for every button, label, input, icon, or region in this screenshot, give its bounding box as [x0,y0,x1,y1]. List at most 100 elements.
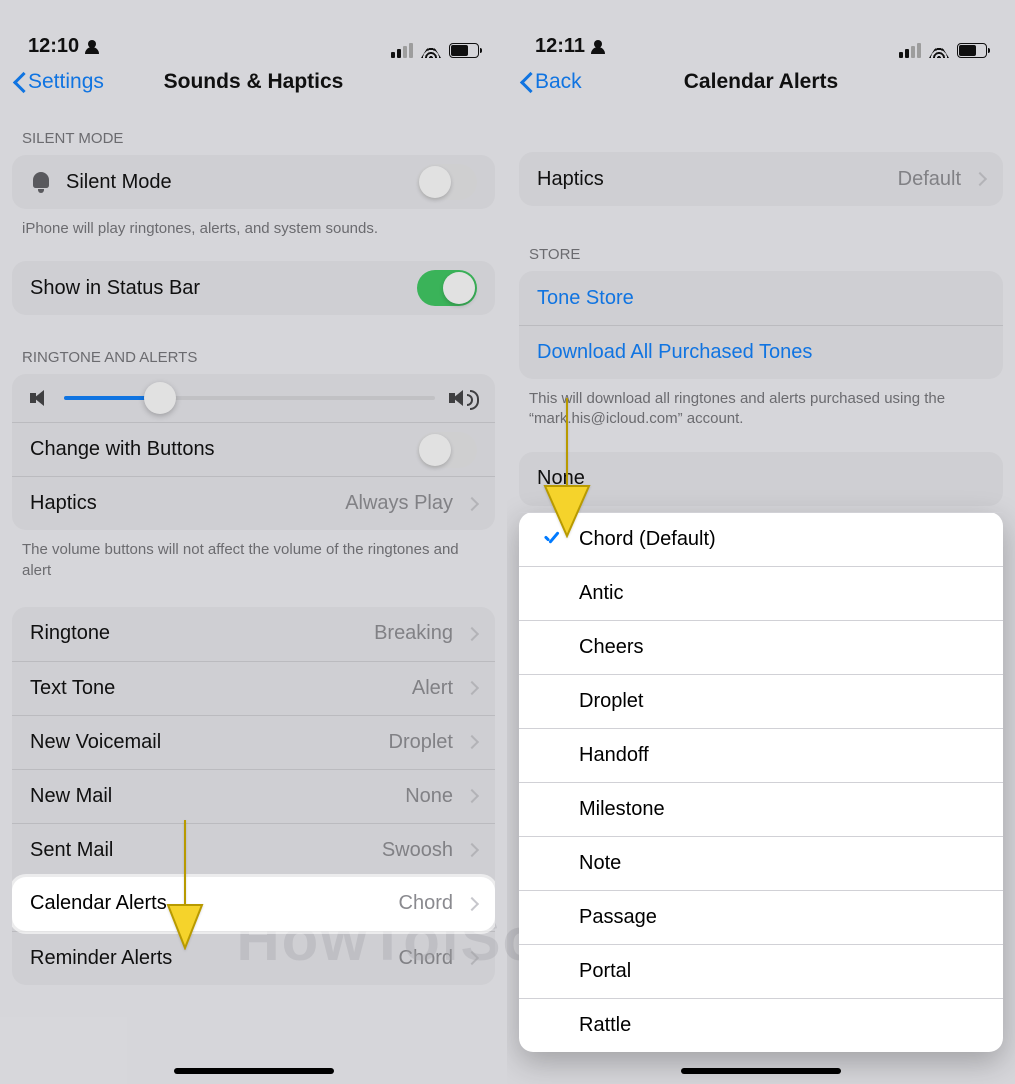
silent-footer: iPhone will play ringtones, alerts, and … [0,209,507,239]
bell-icon [30,171,52,193]
tone-rattle[interactable]: Rattle [519,998,1003,1052]
volume-footer: The volume buttons will not affect the v… [0,530,507,581]
tone-label: Antic [579,582,985,605]
nav-bar: Back Calendar Alerts [507,58,1015,106]
status-time: 12:11 [535,35,585,58]
chevron-right-icon [465,843,479,857]
row-change-with-buttons[interactable]: Change with Buttons [12,422,495,476]
sound-value: Droplet [389,731,453,754]
row-tone-store[interactable]: Tone Store [519,271,1003,325]
chevron-right-icon [465,627,479,641]
tone-portal[interactable]: Portal [519,944,1003,998]
download-all-label: Download All Purchased Tones [537,341,985,364]
tone-label: Portal [579,960,985,983]
sound-value: Chord [399,947,453,970]
statusbar-toggle[interactable] [417,270,477,306]
sound-label: Reminder Alerts [30,947,385,970]
chevron-right-icon [465,681,479,695]
row-download-all[interactable]: Download All Purchased Tones [519,325,1003,379]
none-label: None [537,467,985,490]
tone-label: Milestone [579,798,985,821]
tone-label: Handoff [579,744,985,767]
sound-value: Breaking [374,622,453,645]
row-ringtone[interactable]: Ringtone Breaking [12,607,495,661]
back-button[interactable]: Back [519,70,582,94]
row-new-mail[interactable]: New Mail None [12,769,495,823]
sound-value: None [405,785,453,808]
haptics-label: Haptics [537,168,884,191]
haptics-label: Haptics [30,492,331,515]
tone-cheers[interactable]: Cheers [519,620,1003,674]
chevron-right-icon [465,497,479,511]
sound-label: Text Tone [30,677,398,700]
cellular-icon [899,43,921,58]
haptics-value: Default [898,168,961,191]
home-indicator[interactable] [174,1068,334,1074]
speaker-high-icon [449,388,477,408]
annotation-arrow [160,820,210,950]
sound-label: New Voicemail [30,731,375,754]
speaker-low-icon [30,388,50,408]
person-icon [85,40,99,54]
sound-value: Alert [412,677,453,700]
tone-handoff[interactable]: Handoff [519,728,1003,782]
chevron-left-icon [519,71,533,93]
row-new-voicemail[interactable]: New Voicemail Droplet [12,715,495,769]
sound-value: Chord [399,892,453,915]
wifi-icon [421,42,441,58]
sound-label: Ringtone [30,622,360,645]
tone-droplet[interactable]: Droplet [519,674,1003,728]
volume-slider[interactable] [64,396,435,400]
back-label: Settings [28,70,104,94]
section-header-ringtone: RINGTONE AND ALERTS [0,315,507,374]
tone-label: Rattle [579,1014,985,1037]
tone-label: Chord (Default) [579,528,985,551]
tone-label: Droplet [579,690,985,713]
section-header-silent: SILENT MODE [0,112,507,155]
cellular-icon [391,43,413,58]
tone-passage[interactable]: Passage [519,890,1003,944]
status-bar: 12:11 [507,0,1015,58]
row-text-tone[interactable]: Text Tone Alert [12,661,495,715]
change-buttons-toggle[interactable] [417,432,477,468]
section-header-store: STORE [507,206,1015,271]
page-title: Calendar Alerts [507,70,1015,94]
tone-list: Chord (Default) Antic Cheers Droplet Handoff… [519,512,1003,1052]
home-indicator[interactable] [681,1068,841,1074]
row-calendar-alerts[interactable]: Calendar AlertsChord [12,877,495,931]
chevron-left-icon [12,71,26,93]
back-button[interactable]: Settings [12,70,104,94]
row-reminder-alerts[interactable]: Reminder Alerts Chord [12,931,495,985]
status-time: 12:10 [28,35,79,58]
row-sent-mail[interactable]: Sent MailSwoosh [12,823,495,877]
tone-antic[interactable]: Antic [519,566,1003,620]
silent-mode-toggle[interactable] [417,164,477,200]
silent-mode-label: Silent Mode [66,171,403,194]
row-haptics[interactable]: Haptics Always Play [12,476,495,530]
tone-store-label: Tone Store [537,287,985,310]
tone-milestone[interactable]: Milestone [519,782,1003,836]
row-volume-slider[interactable] [12,374,495,422]
chevron-right-icon [465,789,479,803]
battery-icon [957,43,987,58]
sound-label: New Mail [30,785,391,808]
chevron-right-icon [465,951,479,965]
tone-label: Cheers [579,636,985,659]
row-show-in-status-bar[interactable]: Show in Status Bar [12,261,495,315]
chevron-right-icon [973,172,987,186]
tone-note[interactable]: Note [519,836,1003,890]
change-buttons-label: Change with Buttons [30,438,403,461]
screen-sounds-haptics: 12:10 Settings Sounds & Haptics SILENT M… [0,0,507,1084]
nav-bar: Settings Sounds & Haptics [0,58,507,106]
row-haptics[interactable]: Haptics Default [519,152,1003,206]
row-silent-mode[interactable]: Silent Mode [12,155,495,209]
battery-icon [449,43,479,58]
chevron-right-icon [465,735,479,749]
chevron-right-icon [465,897,479,911]
statusbar-label: Show in Status Bar [30,277,403,300]
annotation-arrow [539,398,595,538]
haptics-value: Always Play [345,492,453,515]
screen-calendar-alerts: 12:11 Back Calendar Alerts Haptics Defau… [507,0,1015,1084]
tone-label: Note [579,852,985,875]
sound-value: Swoosh [382,839,453,862]
